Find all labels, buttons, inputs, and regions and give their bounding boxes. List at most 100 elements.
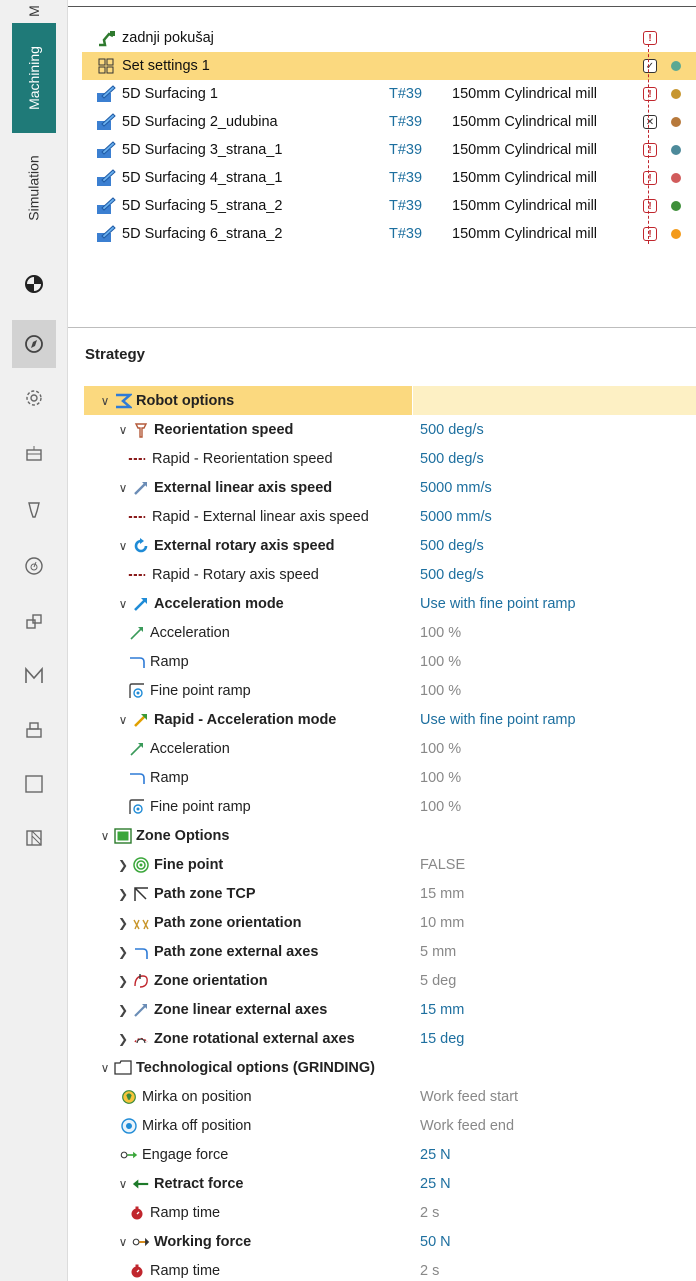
property-value[interactable]: 15 deg: [420, 1031, 464, 1047]
property-value[interactable]: 100 %: [420, 625, 461, 641]
property-value[interactable]: 50 N: [420, 1234, 451, 1250]
property-value[interactable]: 5 deg: [420, 973, 456, 989]
chevron-down-icon[interactable]: ∨: [116, 539, 130, 553]
operation-row[interactable]: 5D Surfacing 1 T#39 150mm Cylindrical mill…: [82, 80, 696, 108]
tab-m[interactable]: M: [12, 0, 56, 22]
chevron-down-icon[interactable]: ∨: [98, 394, 112, 408]
chevron-down-icon[interactable]: ∨: [116, 713, 130, 727]
chevron-down-icon[interactable]: ∨: [116, 597, 130, 611]
tool-icon[interactable]: [16, 492, 52, 528]
property-row[interactable]: ∨ External rotary axis speed 500 deg/s: [84, 531, 696, 560]
cubes-icon[interactable]: [16, 604, 52, 640]
property-value[interactable]: 500 deg/s: [420, 451, 484, 467]
property-value[interactable]: 15 mm: [420, 1002, 464, 1018]
chevron-right-icon[interactable]: ❯: [116, 916, 130, 930]
property-row[interactable]: ∨ Zone Options: [84, 821, 696, 850]
property-value[interactable]: Work feed start: [420, 1089, 518, 1105]
property-value[interactable]: 10 mm: [420, 915, 464, 931]
op-settings[interactable]: Set settings 1 ✓: [82, 52, 696, 80]
property-row[interactable]: Ramp time 2 s: [84, 1256, 696, 1281]
property-value[interactable]: Use with fine point ramp: [420, 596, 576, 612]
hatch-icon[interactable]: [16, 820, 52, 856]
property-row[interactable]: Ramp time 2 s: [84, 1198, 696, 1227]
property-value[interactable]: 100 %: [420, 799, 461, 815]
gear-icon[interactable]: [16, 380, 52, 416]
chevron-down-icon[interactable]: ∨: [98, 1061, 112, 1075]
property-row[interactable]: Mirka off position Work feed end: [84, 1111, 696, 1140]
property-row[interactable]: ❯ Path zone TCP 15 mm: [84, 879, 696, 908]
chevron-right-icon[interactable]: ❯: [116, 858, 130, 872]
operation-row[interactable]: 5D Surfacing 6_strana_2 T#39 150mm Cylindr…: [82, 220, 696, 248]
chevron-right-icon[interactable]: ❯: [116, 974, 130, 988]
property-value[interactable]: 100 %: [420, 654, 461, 670]
property-row[interactable]: Acceleration 100 %: [84, 734, 696, 763]
property-value[interactable]: 100 %: [420, 770, 461, 786]
chevron-down-icon[interactable]: ∨: [116, 1235, 130, 1249]
property-row[interactable]: Fine point ramp 100 %: [84, 792, 696, 821]
property-value[interactable]: 25 N: [420, 1176, 451, 1192]
chevron-down-icon[interactable]: ∨: [116, 481, 130, 495]
property-row[interactable]: ∨ Reorientation speed 500 deg/s: [84, 415, 696, 444]
property-row[interactable]: Engage force 25 N: [84, 1140, 696, 1169]
tab-simulation[interactable]: Simulation: [12, 135, 56, 240]
property-row[interactable]: ❯ Zone rotational external axes 15 deg: [84, 1024, 696, 1053]
property-value[interactable]: FALSE: [420, 857, 465, 873]
property-row[interactable]: Ramp 100 %: [84, 763, 696, 792]
chevron-right-icon[interactable]: ❯: [116, 1003, 130, 1017]
frame-icon[interactable]: [16, 436, 52, 472]
operation-row[interactable]: 5D Surfacing 2_udubina T#39 150mm Cylindri…: [82, 108, 696, 136]
property-row[interactable]: ∨ Robot options: [84, 386, 696, 415]
pie-icon[interactable]: [16, 266, 52, 302]
property-value[interactable]: 100 %: [420, 741, 461, 757]
property-row[interactable]: ∨ Working force 50 N: [84, 1227, 696, 1256]
property-row[interactable]: Rapid - Rotary axis speed 500 deg/s: [84, 560, 696, 589]
property-row[interactable]: ❯ Zone orientation 5 deg: [84, 966, 696, 995]
printer-icon[interactable]: [16, 712, 52, 748]
operation-row[interactable]: 5D Surfacing 3_strana_1 T#39 150mm Cylindr…: [82, 136, 696, 164]
chevron-down-icon[interactable]: ∨: [116, 1177, 130, 1191]
property-value[interactable]: 100 %: [420, 683, 461, 699]
property-value[interactable]: 500 deg/s: [420, 567, 484, 583]
property-value[interactable]: 500 deg/s: [420, 538, 484, 554]
property-row[interactable]: ∨ Acceleration mode Use with fine point ra…: [84, 589, 696, 618]
property-row[interactable]: ❯ Path zone orientation 10 mm: [84, 908, 696, 937]
op-root[interactable]: zadnji pokušaj !: [82, 24, 696, 52]
tab-machining[interactable]: Machining: [12, 23, 56, 133]
property-row[interactable]: ❯ Path zone external axes 5 mm: [84, 937, 696, 966]
property-row[interactable]: ❯ Fine point FALSE: [84, 850, 696, 879]
property-row[interactable]: Rapid - Reorientation speed 500 deg/s: [84, 444, 696, 473]
property-row[interactable]: Fine point ramp 100 %: [84, 676, 696, 705]
property-value[interactable]: 500 deg/s: [420, 422, 484, 438]
property-row[interactable]: Acceleration 100 %: [84, 618, 696, 647]
clock-dial-icon[interactable]: [16, 548, 52, 584]
property-row[interactable]: ∨ Technological options (GRINDING): [84, 1053, 696, 1082]
property-row[interactable]: Mirka on position Work feed start: [84, 1082, 696, 1111]
chevron-down-icon[interactable]: ∨: [98, 829, 112, 843]
property-row[interactable]: Ramp 100 %: [84, 647, 696, 676]
property-value[interactable]: Use with fine point ramp: [420, 712, 576, 728]
property-value[interactable]: 5000 mm/s: [420, 509, 492, 525]
property-value[interactable]: 25 N: [420, 1147, 451, 1163]
property-row[interactable]: ❯ Zone linear external axes 15 mm: [84, 995, 696, 1024]
surfacing-icon: [96, 140, 116, 160]
chevron-right-icon[interactable]: ❯: [116, 1032, 130, 1046]
property-row[interactable]: ∨ Retract force 25 N: [84, 1169, 696, 1198]
property-value[interactable]: 2 s: [420, 1263, 439, 1279]
property-value[interactable]: 2 s: [420, 1205, 439, 1221]
chevron-down-icon[interactable]: ∨: [116, 423, 130, 437]
property-row[interactable]: ∨ External linear axis speed 5000 mm/s: [84, 473, 696, 502]
property-value[interactable]: 5 mm: [420, 944, 456, 960]
property-value[interactable]: 15 mm: [420, 886, 464, 902]
property-value[interactable]: Work feed end: [420, 1118, 514, 1134]
compass-icon[interactable]: [12, 320, 56, 368]
property-value[interactable]: 5000 mm/s: [420, 480, 492, 496]
chevron-right-icon[interactable]: ❯: [116, 887, 130, 901]
chevron-right-icon[interactable]: ❯: [116, 945, 130, 959]
operations-list: zadnji pokušaj ! Set settings 1 ✓ 5D Sur…: [82, 24, 696, 248]
property-row[interactable]: Rapid - External linear axis speed 5000 m…: [84, 502, 696, 531]
operation-row[interactable]: 5D Surfacing 4_strana_1 T#39 150mm Cylindr…: [82, 164, 696, 192]
operation-row[interactable]: 5D Surfacing 5_strana_2 T#39 150mm Cylindr…: [82, 192, 696, 220]
machine-m-icon[interactable]: [16, 658, 52, 694]
property-row[interactable]: ∨ Rapid - Acceleration mode Use with fine …: [84, 705, 696, 734]
square-icon[interactable]: [16, 766, 52, 802]
